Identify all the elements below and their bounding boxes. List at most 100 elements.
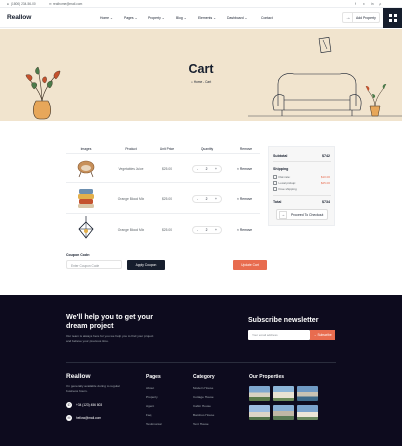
checkout-button[interactable]: → Proceed To Checkout — [276, 209, 328, 220]
remove-button[interactable]: × Remove — [237, 228, 252, 232]
chevron-down-icon: ⌄ — [213, 16, 216, 20]
checkbox[interactable] — [273, 181, 277, 185]
subtotal-value: $742 — [322, 154, 330, 158]
breadcrumb: ⌂ Home - Cart — [0, 80, 402, 84]
update-cart-button[interactable]: Update Cart — [233, 260, 267, 270]
checkbox[interactable] — [273, 175, 277, 179]
footer-link-testimonial[interactable]: Testimonial — [146, 422, 161, 426]
nav-dashboard[interactable]: Dashboard ⌄ — [227, 16, 247, 20]
shipping-option-local[interactable]: Local pickup: — [273, 181, 296, 185]
quantity-value[interactable]: 2 — [206, 197, 208, 201]
linkedin-icon[interactable]: in — [371, 2, 373, 6]
property-thumbnail[interactable] — [249, 386, 270, 401]
breadcrumb-home[interactable]: Home — [194, 80, 203, 84]
footer-link-property[interactable]: Property — [146, 395, 158, 399]
checkbox[interactable] — [273, 187, 277, 191]
sofa-illustration — [248, 37, 402, 117]
footer-link-faq[interactable]: Faq — [146, 413, 151, 417]
footer-link-tent-house[interactable]: Tent House — [193, 422, 209, 426]
nav-property[interactable]: Property ⌄ — [148, 16, 165, 20]
product-name[interactable]: Orange Blood Mix — [110, 197, 152, 201]
add-property-button[interactable]: → Add Property — [342, 12, 380, 23]
plus-button[interactable]: + — [215, 167, 217, 171]
total-label: Total — [273, 200, 282, 204]
footer-help-subtitle: Our team is always here for you we help … — [66, 334, 154, 343]
remove-button[interactable]: × Remove — [237, 197, 252, 201]
shipping-option-flat[interactable]: Flat rate: — [273, 175, 290, 179]
mail-icon: ✉ — [66, 415, 72, 421]
quantity-stepper[interactable]: - 2 + — [192, 226, 222, 234]
coupon-input[interactable]: Enter Coupon Code — [66, 260, 122, 269]
divider — [66, 362, 336, 363]
quantity-stepper[interactable]: - 2 + — [192, 195, 222, 203]
nav-pages[interactable]: Pages ⌄ — [124, 16, 137, 20]
plus-button[interactable]: + — [215, 228, 217, 232]
close-icon: × — [237, 167, 239, 171]
product-image[interactable] — [76, 216, 96, 239]
product-image[interactable] — [76, 158, 96, 178]
total-value: $734 — [322, 200, 330, 204]
logo[interactable]: Reallow — [7, 14, 31, 21]
footer-link-cabin-house[interactable]: Cabin House — [193, 404, 211, 408]
product-name[interactable]: Vegetables Juice — [110, 167, 152, 171]
nav-label: Property — [148, 16, 161, 20]
minus-button[interactable]: - — [197, 167, 198, 171]
property-thumbnail[interactable] — [249, 405, 270, 420]
phone-icon: ✆ — [66, 402, 72, 408]
breadcrumb-current: Cart — [205, 80, 212, 84]
footer-email[interactable]: ✉ hellow@mail.com — [66, 415, 101, 421]
property-thumbnail[interactable] — [297, 386, 318, 401]
product-name[interactable]: Orange Blood Mix — [110, 228, 152, 232]
nav-blog[interactable]: Blog ⌄ — [176, 16, 187, 20]
footer-link-cottage-house[interactable]: Cottage House — [193, 395, 214, 399]
footer-logo[interactable]: Reallow — [66, 373, 91, 380]
shipping-option-free[interactable]: Free shipping — [273, 187, 297, 191]
close-icon: × — [237, 228, 239, 232]
footer-help-title: We'll help you to get your dream project — [66, 312, 154, 330]
property-thumbnail[interactable] — [273, 405, 294, 420]
x-icon[interactable]: x — [363, 2, 365, 6]
newsletter-title: Subscribe newsletter — [248, 317, 319, 324]
chevron-down-icon: ⌄ — [110, 16, 113, 20]
topbar-email[interactable]: realhome@mail.com — [53, 2, 82, 6]
newsletter-email-input[interactable]: Your email address — [248, 330, 310, 340]
footer-link-about[interactable]: About — [146, 386, 154, 390]
col-quantity: Quantity — [200, 147, 214, 151]
grid-menu-icon — [388, 14, 397, 22]
property-thumbnail[interactable] — [273, 386, 294, 401]
option-label: Free shipping — [278, 187, 297, 191]
topbar-phone[interactable]: (1800) 234-56-00 — [11, 2, 36, 6]
minus-button[interactable]: - — [197, 228, 198, 232]
nav-elements[interactable]: Elements ⌄ — [198, 16, 216, 20]
subscribe-button[interactable]: → Subscribe — [310, 330, 335, 340]
nav-contact[interactable]: Contact — [261, 16, 273, 20]
footer-link-modern-house[interactable]: Modern House — [193, 386, 213, 390]
remove-button[interactable]: × Remove — [237, 167, 252, 171]
plus-button[interactable]: + — [215, 197, 217, 201]
quantity-stepper[interactable]: - 2 + — [192, 165, 222, 173]
divider — [273, 161, 331, 162]
quantity-value[interactable]: 2 — [206, 228, 208, 232]
nav-home[interactable]: Home ⌄ — [100, 16, 113, 20]
product-image[interactable] — [76, 188, 96, 208]
footer-link-agent[interactable]: Agent — [146, 404, 154, 408]
subscribe-label: Subscribe — [317, 333, 332, 337]
footer-link-bamboo-house[interactable]: Bamboo House — [193, 413, 214, 417]
apply-coupon-button[interactable]: Apply Coupon — [127, 260, 165, 270]
arrow-right-icon: → — [344, 13, 353, 22]
nav-label: Dashboard — [227, 16, 244, 20]
divider — [273, 195, 331, 196]
menu-button[interactable] — [383, 8, 402, 28]
quantity-value[interactable]: 2 — [206, 167, 208, 171]
footer-properties-title: Our Properties — [249, 374, 285, 380]
property-thumbnail[interactable] — [297, 405, 318, 420]
option-price: $10.00 — [320, 175, 330, 179]
close-icon: × — [237, 197, 239, 201]
youtube-icon[interactable]: yt — [379, 2, 381, 6]
minus-button[interactable]: - — [197, 197, 198, 201]
footer-description: I'm generally available during to regula… — [66, 384, 120, 393]
footer-phone[interactable]: ✆ +34 (123) 456 803 — [66, 402, 102, 408]
option-label: Flat rate: — [278, 175, 291, 179]
nav-label: Elements — [198, 16, 213, 20]
facebook-icon[interactable]: f — [355, 2, 356, 6]
